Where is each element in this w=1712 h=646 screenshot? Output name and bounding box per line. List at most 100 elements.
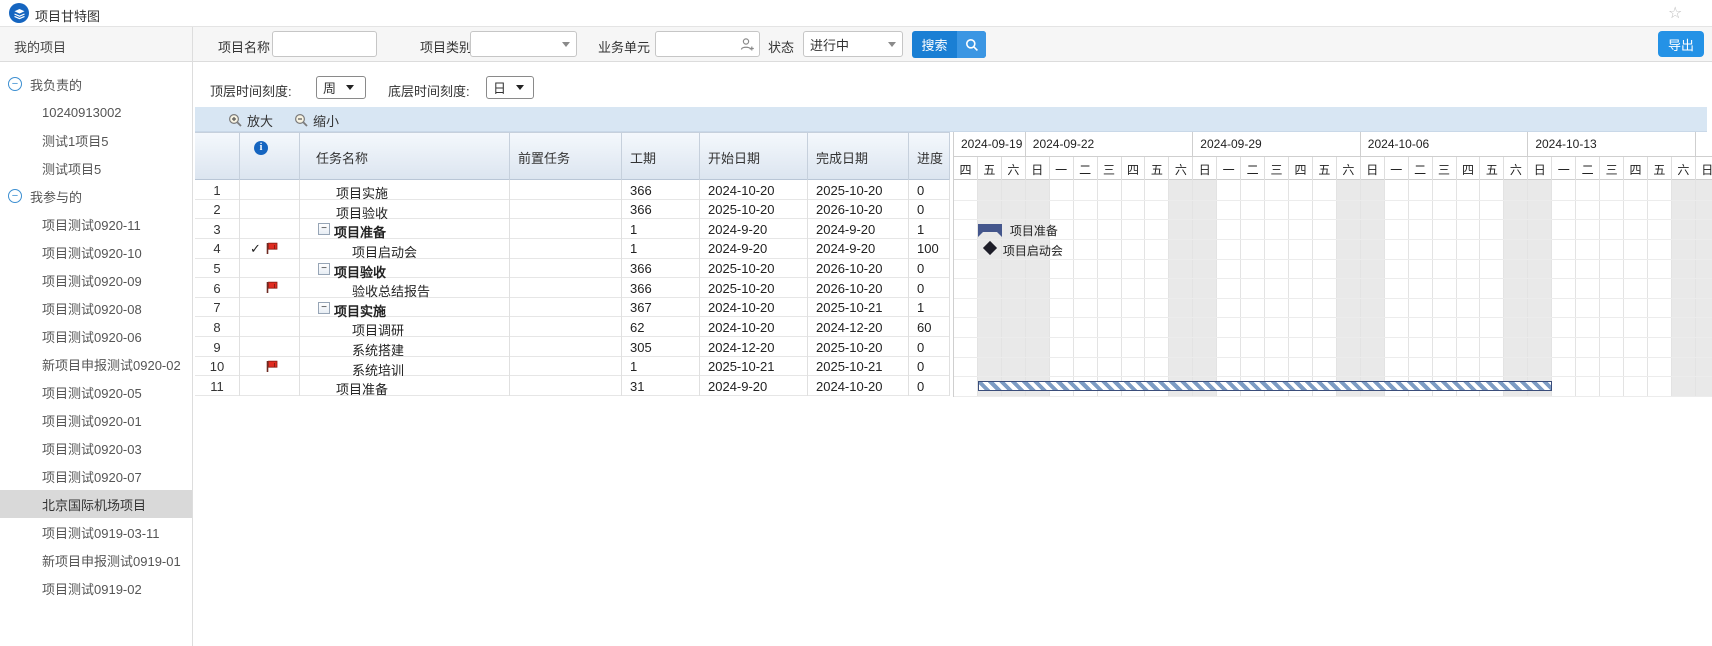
sidebar-group-header[interactable]: −我负责的 bbox=[0, 70, 193, 98]
gantt-week-header: 2024-09-192024-09-222024-09-292024-10-06… bbox=[954, 132, 1712, 157]
gantt-day-label: 四 bbox=[1122, 157, 1146, 180]
task-row[interactable]: 10系统培训12025-10-212025-10-210 bbox=[195, 357, 950, 377]
task-row[interactable]: 5−项目验收3662025-10-202026-10-200 bbox=[195, 259, 950, 279]
gantt-day-label: 六 bbox=[1504, 157, 1528, 180]
grid-column-header[interactable]: 任务名称 bbox=[300, 133, 510, 181]
gantt-day-column bbox=[1552, 180, 1576, 396]
gantt-day-column bbox=[1313, 180, 1337, 396]
grid-column-header[interactable]: 进度 bbox=[909, 133, 950, 181]
project-name-input[interactable] bbox=[272, 31, 377, 57]
sidebar-item[interactable]: 10240913002 bbox=[0, 98, 193, 126]
top-timescale-select[interactable]: 周 bbox=[316, 76, 366, 99]
grid-column-header[interactable]: 工期 bbox=[622, 133, 700, 181]
gantt-row-line bbox=[954, 317, 1712, 318]
project-type-select[interactable] bbox=[470, 31, 577, 57]
sidebar-item[interactable]: 项目测试0920-08 bbox=[0, 294, 193, 322]
row-indicators bbox=[240, 259, 300, 279]
gantt-day-label: 日 bbox=[1696, 157, 1712, 180]
task-row[interactable]: 7−项目实施3672024-10-202025-10-211 bbox=[195, 298, 950, 318]
task-row[interactable]: 8项目调研622024-10-202024-12-2060 bbox=[195, 317, 950, 337]
grid-header: i 任务名称前置任务工期开始日期完成日期进度 bbox=[195, 132, 950, 180]
collapse-box-icon[interactable]: − bbox=[318, 263, 330, 275]
sidebar-item[interactable]: 项目测试0920-03 bbox=[0, 434, 193, 462]
gantt-day-label: 六 bbox=[1337, 157, 1361, 180]
sidebar-item[interactable]: 项目测试0920-10 bbox=[0, 238, 193, 266]
zoom-out-button[interactable]: 缩小 bbox=[294, 111, 339, 130]
sidebar-item[interactable]: 新项目申报测试0919-01 bbox=[0, 546, 193, 574]
sidebar-item[interactable]: 项目测试0920-06 bbox=[0, 322, 193, 350]
sidebar-item[interactable]: 项目测试0919-03-11 bbox=[0, 518, 193, 546]
sidebar-item[interactable]: 项目测试0920-07 bbox=[0, 462, 193, 490]
predecessor-cell bbox=[510, 180, 622, 200]
sidebar-item[interactable]: 项目测试0920-05 bbox=[0, 378, 193, 406]
grid-column-header[interactable] bbox=[195, 133, 240, 181]
task-row[interactable]: 3−项目准备12024-9-202024-9-201 bbox=[195, 219, 950, 239]
collapse-minus-icon[interactable]: − bbox=[8, 189, 22, 203]
person-add-icon[interactable] bbox=[739, 36, 755, 57]
sidebar-group-header[interactable]: −我参与的 bbox=[0, 182, 193, 210]
sidebar-item[interactable]: 项目测试0919-02 bbox=[0, 574, 193, 602]
summary-bar[interactable] bbox=[978, 224, 1002, 232]
finish-date-cell: 2025-10-21 bbox=[808, 298, 909, 318]
gantt-row-line bbox=[954, 396, 1712, 397]
grid-column-header[interactable]: 开始日期 bbox=[700, 133, 808, 181]
bottom-timescale-select[interactable]: 日 bbox=[486, 76, 534, 99]
sidebar-item[interactable]: 项目测试0920-11 bbox=[0, 210, 193, 238]
task-row[interactable]: 1项目实施3662024-10-202025-10-200 bbox=[195, 180, 950, 200]
gantt-day-column bbox=[1528, 180, 1552, 396]
task-row[interactable]: 6验收总结报告3662025-10-202026-10-200 bbox=[195, 278, 950, 298]
task-name-cell: 项目启动会 bbox=[300, 239, 510, 259]
grid-column-header[interactable]: 前置任务 bbox=[510, 133, 622, 181]
zoom-in-button[interactable]: 放大 bbox=[228, 111, 273, 130]
predecessor-cell bbox=[510, 298, 622, 318]
gantt-row-line bbox=[954, 219, 1712, 220]
progress-cell: 100 bbox=[909, 239, 950, 259]
duration-cell: 305 bbox=[622, 337, 700, 357]
task-row[interactable]: 4✓项目启动会12024-9-202024-9-20100 bbox=[195, 239, 950, 259]
sidebar-title: 我的项目 bbox=[14, 37, 66, 56]
chevron-down-icon bbox=[346, 85, 354, 90]
sidebar-item[interactable]: 测试1项目5 bbox=[0, 126, 193, 154]
collapse-minus-icon[interactable]: − bbox=[8, 77, 22, 91]
collapse-box-icon[interactable]: − bbox=[318, 302, 330, 314]
gantt-day-label: 二 bbox=[1409, 157, 1433, 180]
top-timescale-label: 顶层时间刻度: bbox=[210, 81, 292, 100]
gantt-day-label: 六 bbox=[1169, 157, 1193, 180]
sidebar-item[interactable]: 测试项目5 bbox=[0, 154, 193, 182]
favorite-star-icon[interactable]: ☆ bbox=[1668, 3, 1682, 23]
info-icon: i bbox=[254, 141, 268, 155]
gantt-day-label: 日 bbox=[1361, 157, 1385, 180]
task-row[interactable]: 11项目准备312024-9-202024-10-200 bbox=[195, 376, 950, 396]
gantt-day-label: 三 bbox=[1433, 157, 1457, 180]
finish-date-cell: 2026-10-20 bbox=[808, 259, 909, 279]
gantt-app: 项目甘特图 ☆ 我的项目 项目名称 项目类别 业务单元 状态 进行中 bbox=[0, 0, 1712, 646]
finish-date-cell: 2024-9-20 bbox=[808, 239, 909, 259]
task-row[interactable]: 2项目验收3662025-10-202026-10-200 bbox=[195, 200, 950, 220]
sidebar-item[interactable]: 项目测试0920-01 bbox=[0, 406, 193, 434]
grid-column-header[interactable]: 完成日期 bbox=[808, 133, 909, 181]
sidebar-item[interactable]: 项目测试0920-09 bbox=[0, 266, 193, 294]
grid-column-header[interactable]: i bbox=[240, 133, 300, 181]
start-date-cell: 2025-10-21 bbox=[700, 357, 808, 377]
start-date-cell: 2024-12-20 bbox=[700, 337, 808, 357]
sidebar-item[interactable]: 北京国际机场项目 bbox=[0, 490, 193, 518]
export-button[interactable]: 导出 bbox=[1658, 31, 1704, 57]
gantt-day-header: 四五六日一二三四五六日一二三四五六日一二三四五六日一二三四五六日 bbox=[954, 157, 1712, 180]
search-button[interactable]: 搜索 bbox=[912, 31, 986, 58]
status-select[interactable]: 进行中 bbox=[803, 31, 903, 57]
sidebar-item[interactable]: 新项目申报测试0920-02 bbox=[0, 350, 193, 378]
filter-bar: 我的项目 项目名称 项目类别 业务单元 状态 进行中 搜索 bbox=[0, 27, 1712, 62]
task-bar-hatched[interactable] bbox=[978, 381, 1552, 391]
finish-date-cell: 2024-10-20 bbox=[808, 376, 909, 396]
gantt-day-label: 二 bbox=[1576, 157, 1600, 180]
predecessor-cell bbox=[510, 337, 622, 357]
start-date-cell: 2025-10-20 bbox=[700, 200, 808, 220]
top-bar: 项目甘特图 ☆ bbox=[0, 0, 1712, 27]
zoom-out-icon bbox=[294, 113, 309, 128]
task-row[interactable]: 9系统搭建3052024-12-202025-10-200 bbox=[195, 337, 950, 357]
gantt-day-column bbox=[1098, 180, 1122, 396]
page-title: 项目甘特图 bbox=[35, 6, 100, 25]
collapse-box-icon[interactable]: − bbox=[318, 223, 330, 235]
gantt-day-column bbox=[1480, 180, 1504, 396]
progress-cell: 1 bbox=[909, 298, 950, 318]
